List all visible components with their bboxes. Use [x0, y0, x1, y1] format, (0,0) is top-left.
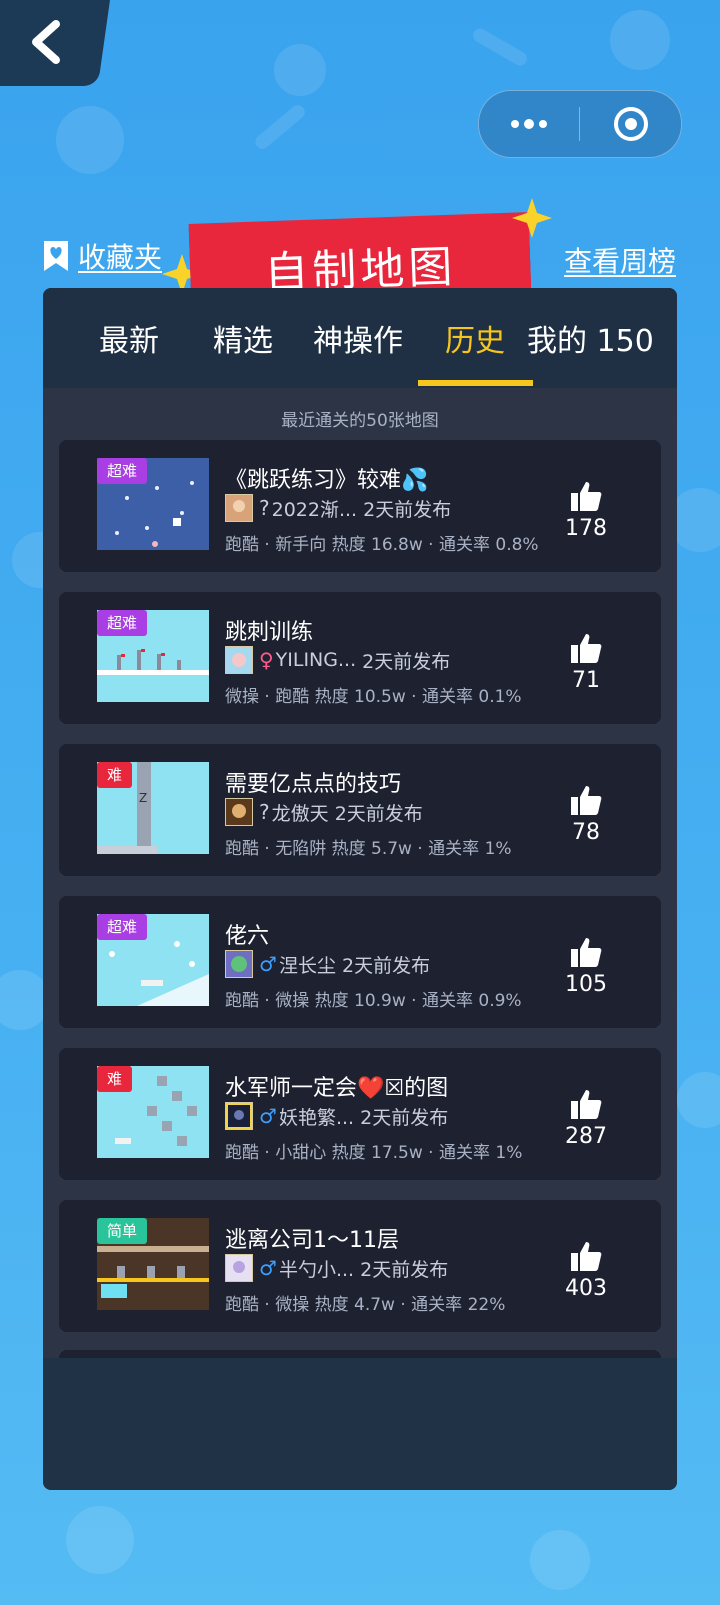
tab-mine[interactable]: 我的 150	[527, 316, 654, 360]
author-avatar	[225, 950, 253, 978]
like-count: 78	[572, 820, 600, 845]
author-row: ? 2022渐... 2天前发布	[225, 494, 451, 522]
publish-time: 2天前发布	[360, 1106, 449, 1129]
map-title: 佬六	[225, 924, 270, 949]
author-name[interactable]: YILING...	[276, 649, 356, 671]
gender-icon: ?	[259, 496, 270, 520]
publish-time: 2天前发布	[360, 1258, 449, 1281]
weekly-ranking-link[interactable]: 查看周榜	[564, 240, 676, 280]
author-avatar	[225, 798, 253, 826]
map-card[interactable]: 超难 《跳跃练习》较难💦 ? 2022渐... 2天前发布 跑酷 · 新手向 热…	[59, 440, 661, 572]
author-avatar	[225, 646, 253, 674]
more-dots-icon[interactable]	[509, 119, 549, 129]
map-thumbnail: 超难	[97, 914, 209, 1006]
gender-icon: ♂	[259, 1104, 277, 1128]
map-stats: 跑酷 · 微操 热度 4.7w · 通关率 22%	[225, 1295, 506, 1315]
bookmark-heart-icon	[44, 241, 68, 271]
tab-featured[interactable]: 精选	[213, 316, 273, 360]
author-name[interactable]: 涅长尘	[279, 951, 336, 978]
map-stats: 跑酷 · 无陷阱 热度 5.7w · 通关率 1%	[225, 839, 512, 859]
favorites-link[interactable]: 收藏夹	[42, 236, 162, 276]
thumbs-up-icon[interactable]	[569, 1088, 603, 1120]
map-thumbnail: 简单	[97, 1218, 209, 1310]
author-avatar	[225, 494, 253, 522]
list-caption: 最近通关的50张地图	[281, 411, 439, 431]
author-row: ♂ 半勺小... 2天前发布	[225, 1254, 448, 1282]
star-right-icon	[512, 198, 552, 238]
miniapp-capsule	[478, 90, 682, 158]
svg-text:Z: Z	[139, 791, 147, 805]
close-target-icon[interactable]	[613, 106, 649, 142]
author-row: ♀ YILING... 2天前发布	[225, 646, 450, 674]
map-title: 跳刺训练	[225, 620, 314, 645]
favorites-label: 收藏夹	[78, 241, 163, 274]
author-row: ? 龙傲天 2天前发布	[225, 798, 423, 826]
map-card[interactable]: 超难 佬六 ♂ 涅长尘 2天前发布 跑酷 · 微操 热度 10.9w · 通关率…	[59, 896, 661, 1028]
map-list-panel: 最新 精选 神操作 历史 我的 150 最近通关的50张地图 超难 《跳跃练习》…	[43, 288, 677, 1490]
difficulty-badge: 超难	[97, 610, 148, 636]
difficulty-badge: 超难	[97, 458, 148, 484]
map-title: 水军师一定会❤️☒的图	[225, 1076, 449, 1101]
author-row: ♂ 妖艳繁... 2天前发布	[225, 1102, 448, 1130]
author-name[interactable]: 半勺小...	[279, 1255, 354, 1282]
thumbs-up-icon[interactable]	[569, 632, 603, 664]
like-count: 178	[565, 516, 607, 541]
publish-time: 2天前发布	[342, 954, 431, 977]
map-stats: 微操 · 跑酷 热度 10.5w · 通关率 0.1%	[225, 687, 522, 707]
publish-time: 2天前发布	[334, 802, 423, 825]
map-title: 逃离公司1～11层	[225, 1228, 399, 1253]
difficulty-badge: 难	[97, 1066, 133, 1092]
tab-god-moves[interactable]: 神操作	[313, 316, 403, 360]
map-title: 《跳跃练习》较难💦	[225, 468, 429, 493]
thumbs-up-icon[interactable]	[569, 1240, 603, 1272]
map-thumbnail: 超难	[97, 610, 209, 702]
author-name[interactable]: 2022渐...	[272, 495, 357, 522]
author-avatar	[225, 1254, 253, 1282]
author-row: ♂ 涅长尘 2天前发布	[225, 950, 430, 978]
back-arrow-icon[interactable]	[26, 18, 66, 66]
author-name[interactable]: 妖艳繁...	[279, 1103, 354, 1130]
tab-history[interactable]: 历史	[445, 316, 505, 360]
like-count: 287	[565, 1124, 607, 1149]
map-thumbnail: 难	[97, 1066, 209, 1158]
thumbs-up-icon[interactable]	[569, 784, 603, 816]
thumbs-up-icon[interactable]	[569, 936, 603, 968]
map-card[interactable]: 简单 逃离公司1～11层 ♂ 半勺小... 2天前发布 跑酷 · 微操 热度 4…	[59, 1200, 661, 1332]
capsule-divider	[579, 107, 580, 141]
map-card[interactable]: Z 难 需要亿点点的技巧 ? 龙傲天 2天前发布 跑酷 · 无陷阱 热度 5.7…	[59, 744, 661, 876]
difficulty-badge: 难	[97, 762, 133, 788]
map-stats: 跑酷 · 微操 热度 10.9w · 通关率 0.9%	[225, 991, 522, 1011]
gender-icon: ?	[259, 800, 270, 824]
publish-time: 2天前发布	[363, 498, 452, 521]
author-name[interactable]: 龙傲天	[272, 799, 329, 826]
like-count: 105	[565, 972, 607, 997]
map-thumbnail: Z 难	[97, 762, 209, 854]
tab-latest[interactable]: 最新	[99, 316, 159, 360]
difficulty-badge: 超难	[97, 914, 148, 940]
like-count: 403	[565, 1276, 607, 1301]
thumbs-up-icon[interactable]	[569, 480, 603, 512]
author-avatar	[225, 1102, 253, 1130]
gender-icon: ♀	[259, 648, 274, 672]
map-card[interactable]: 难 水军师一定会❤️☒的图 ♂ 妖艳繁... 2天前发布 跑酷 · 小甜心 热度…	[59, 1048, 661, 1180]
active-tab-indicator	[418, 380, 533, 386]
publish-time: 2天前发布	[362, 650, 451, 673]
tab-bar: 最新 精选 神操作 历史 我的 150	[43, 288, 677, 388]
gender-icon: ♂	[259, 1256, 277, 1280]
panel-footer	[43, 1358, 677, 1490]
gender-icon: ♂	[259, 952, 277, 976]
map-thumbnail: 超难	[97, 458, 209, 550]
map-stats: 跑酷 · 小甜心 热度 17.5w · 通关率 1%	[225, 1143, 523, 1163]
map-stats: 跑酷 · 新手向 热度 16.8w · 通关率 0.8%	[225, 535, 539, 555]
difficulty-badge: 简单	[97, 1218, 148, 1244]
map-title: 需要亿点点的技巧	[225, 772, 402, 797]
like-count: 71	[572, 668, 600, 693]
map-card[interactable]: 超难 跳刺训练 ♀ YILING... 2天前发布 微操 · 跑酷 热度 10.…	[59, 592, 661, 724]
